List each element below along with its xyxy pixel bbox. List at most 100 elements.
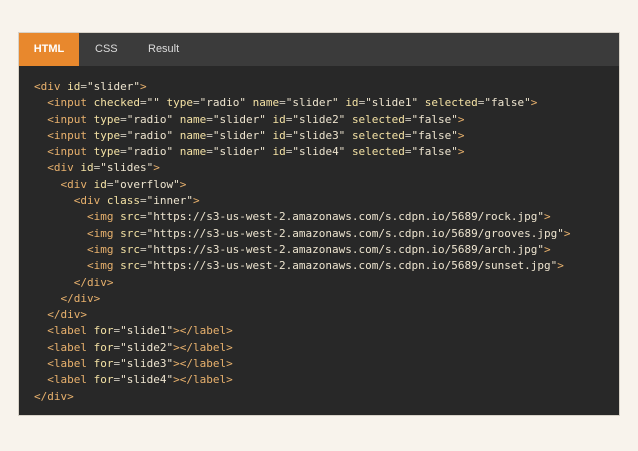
tab-html[interactable]: HTML bbox=[19, 33, 79, 71]
tab-result[interactable]: Result bbox=[148, 33, 179, 66]
code-token-attr: type bbox=[166, 96, 193, 110]
code-token-val: "https://s3-us-west-2.amazonaws.com/s.cd… bbox=[146, 226, 564, 240]
code-line: <input type="radio" name="slider" id="sl… bbox=[34, 144, 619, 160]
code-token-val: "slide1" bbox=[120, 324, 174, 338]
code-token-tag: <img bbox=[34, 210, 121, 224]
code-token-tag: <input bbox=[34, 96, 94, 110]
code-token-tag: <img bbox=[34, 226, 121, 240]
code-token-attr: type bbox=[93, 145, 121, 159]
code-token-val: "slider" bbox=[212, 145, 273, 159]
code-token-punct: = bbox=[80, 80, 87, 93]
code-token-val: "slider" bbox=[87, 80, 140, 93]
code-token-val: "slide3" bbox=[120, 357, 174, 371]
code-token-val: "overflow" bbox=[113, 177, 180, 191]
code-token-val: "slide2" bbox=[292, 112, 352, 126]
code-line: <input checked="" type="radio" name="sli… bbox=[34, 95, 619, 111]
code-token-val: "" bbox=[146, 96, 167, 110]
code-token-val: "slide1" bbox=[365, 96, 425, 110]
code-token-punct: = bbox=[206, 128, 213, 142]
code-token-attr: selected bbox=[351, 145, 405, 159]
code-token-attr: id bbox=[272, 112, 286, 126]
code-token-tag: > bbox=[457, 145, 465, 159]
code-token-val: "radio" bbox=[126, 145, 180, 159]
code-token-val: "slide4" bbox=[292, 145, 352, 159]
code-view: <div id="slider"> <input checked="" type… bbox=[19, 66, 619, 415]
code-token-tag: <label bbox=[34, 373, 94, 387]
code-token-punct: = bbox=[139, 226, 147, 240]
code-token-punct: = bbox=[120, 145, 127, 159]
code-token-attr: name bbox=[179, 128, 207, 142]
code-token-val: "slide4" bbox=[120, 373, 174, 387]
code-token-punct: = bbox=[404, 128, 412, 142]
code-token-val: "slider" bbox=[212, 128, 273, 142]
code-token-attr: for bbox=[93, 324, 114, 338]
code-token-val: "radio" bbox=[199, 96, 253, 110]
code-token-attr: for bbox=[93, 340, 114, 354]
code-line: <input type="radio" name="slider" id="sl… bbox=[34, 112, 619, 128]
code-line: <div class="inner"> bbox=[34, 193, 619, 209]
code-token-tag: > bbox=[153, 161, 160, 175]
code-token-tag: </div> bbox=[34, 389, 74, 403]
code-line: <img src="https://s3-us-west-2.amazonaws… bbox=[34, 209, 619, 225]
code-token-val: "slides" bbox=[100, 161, 154, 175]
code-token-attr: id bbox=[80, 161, 94, 175]
code-token-val: "false" bbox=[484, 96, 531, 110]
code-token-tag: </div> bbox=[34, 308, 87, 322]
code-token-attr: name bbox=[179, 145, 207, 159]
code-line: </div> bbox=[34, 275, 619, 291]
code-token-val: "slide2" bbox=[120, 340, 174, 354]
code-line: <div id="slides"> bbox=[34, 160, 619, 176]
code-line: <div id="slider"> bbox=[34, 79, 619, 95]
code-token-attr: class bbox=[106, 194, 140, 208]
code-token-tag: > bbox=[457, 112, 465, 126]
code-token-attr: selected bbox=[351, 112, 405, 126]
code-token-tag: <label bbox=[34, 324, 94, 338]
code-token-attr: src bbox=[120, 226, 140, 240]
code-token-tag: ></label> bbox=[173, 373, 233, 387]
code-token-attr: src bbox=[120, 259, 140, 273]
code-token-punct: = bbox=[139, 210, 147, 224]
code-token-punct: = bbox=[206, 145, 213, 159]
code-token-tag: <div bbox=[34, 194, 107, 208]
code-token-val: "https://s3-us-west-2.amazonaws.com/s.cd… bbox=[146, 210, 544, 224]
code-line: </div> bbox=[34, 389, 619, 405]
code-token-attr: id bbox=[272, 145, 286, 159]
code-token-tag: ></label> bbox=[173, 324, 233, 338]
code-token-punct: = bbox=[206, 112, 213, 126]
code-token-attr: for bbox=[93, 373, 114, 387]
code-token-tag: <div bbox=[34, 80, 68, 93]
code-token-val: "https://s3-us-west-2.amazonaws.com/s.cd… bbox=[146, 242, 544, 256]
code-token-attr: type bbox=[93, 112, 121, 126]
code-token-val: "false" bbox=[411, 128, 458, 142]
code-token-attr: name bbox=[252, 96, 280, 110]
code-line: <img src="https://s3-us-west-2.amazonaws… bbox=[34, 258, 619, 274]
code-token-punct: = bbox=[139, 259, 147, 273]
code-token-tag: > bbox=[457, 128, 465, 142]
code-token-attr: src bbox=[120, 210, 140, 224]
code-token-tag: <img bbox=[34, 259, 121, 273]
code-token-tag: <input bbox=[34, 145, 94, 159]
code-token-val: "https://s3-us-west-2.amazonaws.com/s.cd… bbox=[146, 259, 558, 273]
code-token-punct: = bbox=[120, 128, 127, 142]
code-token-tag: > bbox=[543, 242, 551, 256]
code-token-attr: selected bbox=[351, 128, 405, 142]
code-token-val: "radio" bbox=[126, 112, 180, 126]
code-token-attr: id bbox=[272, 128, 286, 142]
code-token-tag: <div bbox=[34, 177, 94, 191]
code-token-tag: <div bbox=[34, 161, 81, 175]
code-token-val: "slider" bbox=[212, 112, 273, 126]
code-token-val: "slide3" bbox=[292, 128, 352, 142]
code-token-tag: > bbox=[179, 177, 187, 191]
code-embed-panel: HTML CSS Result <div id="slider"> <input… bbox=[19, 33, 619, 415]
code-token-punct: = bbox=[404, 145, 412, 159]
tab-bar: HTML CSS Result bbox=[19, 33, 619, 71]
code-token-punct: = bbox=[120, 112, 127, 126]
tab-css[interactable]: CSS bbox=[95, 33, 118, 66]
code-token-punct: = bbox=[139, 96, 147, 110]
code-token-val: "slider" bbox=[285, 96, 346, 110]
code-token-punct: = bbox=[139, 242, 147, 256]
code-line: <label for="slide4"></label> bbox=[34, 372, 619, 388]
code-token-attr: src bbox=[120, 242, 140, 256]
code-token-tag: <label bbox=[34, 340, 94, 354]
code-token-val: "radio" bbox=[126, 128, 180, 142]
